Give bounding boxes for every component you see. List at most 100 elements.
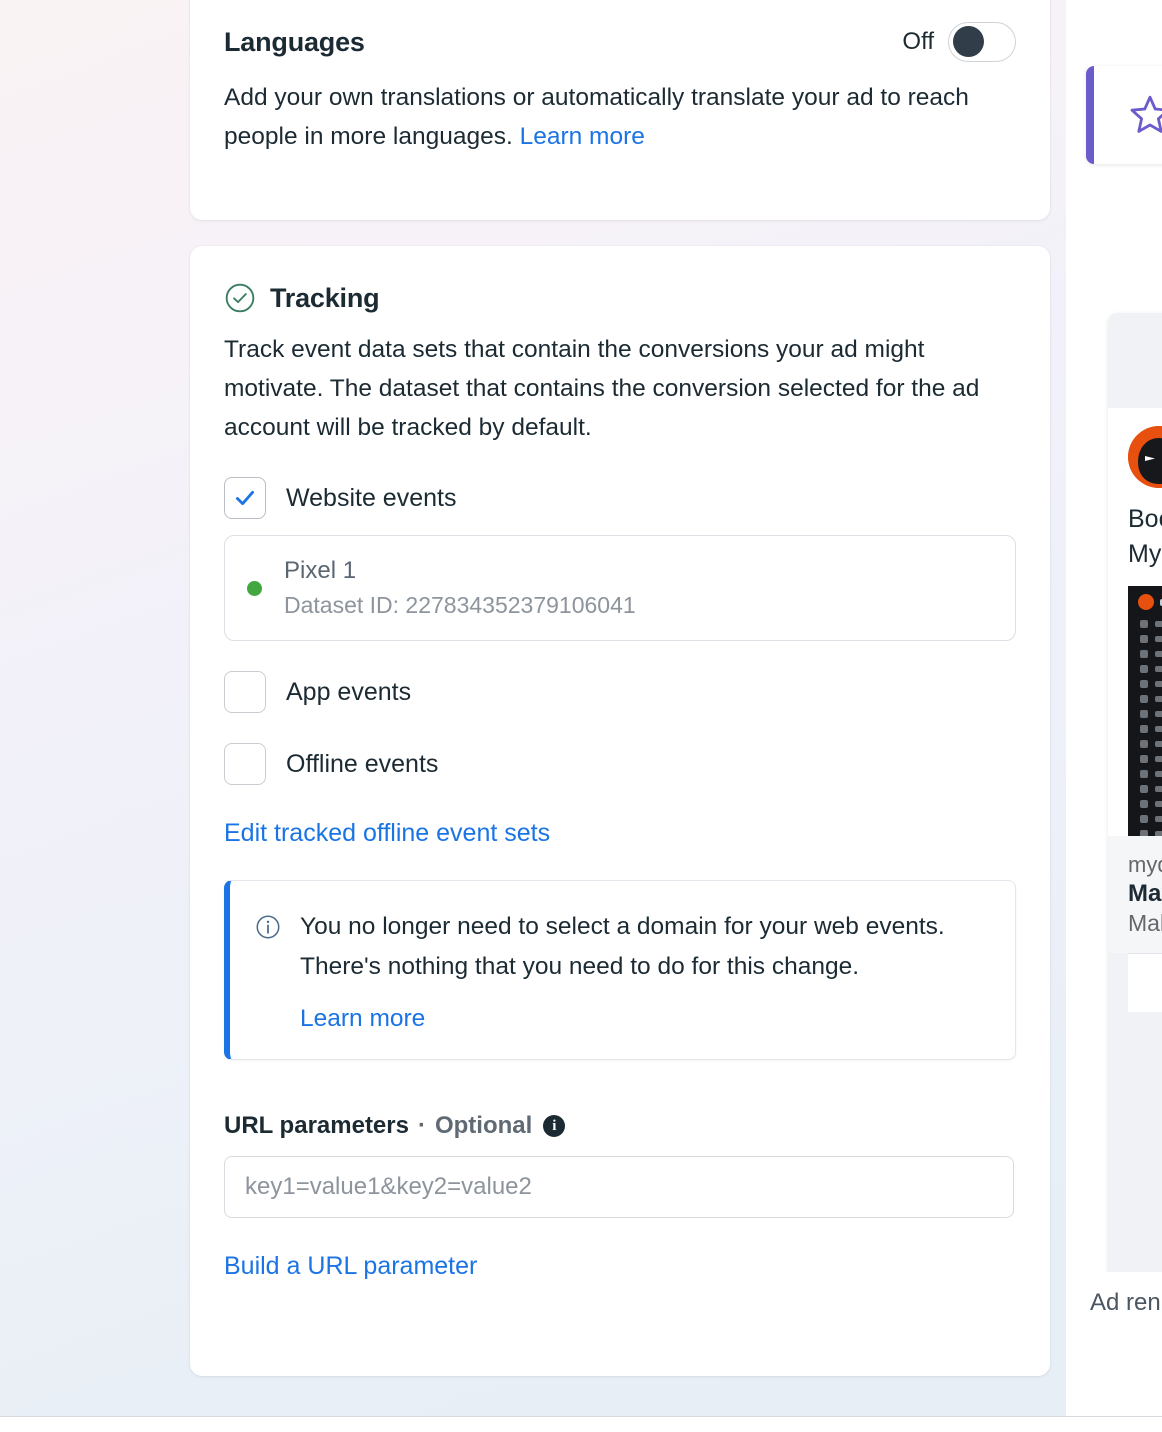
- mock-nav-icon: [1140, 784, 1148, 793]
- ad-rendering-footer: Ad ren: [1066, 1272, 1162, 1334]
- ad-preview-footer-spacer: [1108, 1012, 1162, 1172]
- mock-nav-label: [1155, 815, 1162, 822]
- mock-nav-icon: [1140, 829, 1148, 836]
- mock-nav-icon: [1140, 769, 1148, 778]
- tracking-title: Tracking: [270, 282, 380, 313]
- mock-nav-icon: [1140, 694, 1148, 703]
- mock-nav-item: [1128, 766, 1162, 781]
- ad-preview-post: Boos MyD: [1108, 408, 1162, 836]
- tracking-header: Tracking: [224, 282, 1016, 314]
- ad-rendering-label: Ad ren: [1090, 1289, 1161, 1316]
- tracking-card: Tracking Track event data sets that cont…: [190, 246, 1050, 1376]
- url-parameters-separator: ·: [417, 1112, 426, 1139]
- pixel-status-dot: [247, 580, 262, 596]
- mock-nav-label: [1155, 650, 1162, 657]
- mock-nav-item: [1128, 631, 1162, 646]
- mock-nav-icon: [1140, 709, 1148, 718]
- callout-body: You no longer need to select a domain fo…: [300, 907, 989, 1033]
- checkbox-label-website-events: Website events: [286, 483, 457, 512]
- mock-nav-item: [1128, 676, 1162, 691]
- pixel-dataset-id: Dataset ID: 227834352379106041: [284, 592, 636, 618]
- mock-nav-item: [1128, 826, 1162, 836]
- advertiser-avatar-ninja-icon: [1128, 426, 1162, 488]
- mock-nav-item: [1128, 751, 1162, 766]
- languages-header: Languages Off: [224, 22, 1016, 62]
- languages-title: Languages: [224, 26, 365, 57]
- toggle-knob: [953, 26, 984, 57]
- mock-nav-icon: [1140, 799, 1148, 808]
- checkbox-website-events[interactable]: [224, 477, 266, 519]
- mock-nav-icon: [1140, 754, 1148, 763]
- checkbox-offline-events[interactable]: [224, 743, 266, 785]
- languages-toggle-group[interactable]: Off: [902, 22, 1016, 62]
- url-parameters-label-row: URL parameters · Optional i: [224, 1112, 1016, 1140]
- mock-nav-label: [1155, 695, 1162, 702]
- mock-nav-label: [1155, 800, 1162, 807]
- mock-nav-label: [1155, 710, 1162, 717]
- check-circle-icon: [225, 283, 255, 313]
- mock-nav-icon: [1140, 739, 1148, 748]
- web-events-info-callout: You no longer need to select a domain fo…: [224, 880, 1016, 1060]
- mock-nav-item: [1128, 646, 1162, 661]
- ad-headline-line-2: MyD: [1128, 540, 1162, 568]
- mock-nav-item: [1128, 691, 1162, 706]
- mock-nav-icon: [1140, 814, 1148, 823]
- checkbox-label-offline-events: Offline events: [286, 749, 439, 778]
- mock-nav-label: [1155, 740, 1162, 747]
- preview-star-card[interactable]: [1086, 66, 1162, 164]
- mock-nav-label: [1155, 785, 1162, 792]
- ad-link-title: Max: [1128, 880, 1162, 907]
- ad-display-domain: myda: [1128, 852, 1162, 877]
- ad-preview-rail: Boos MyD: [1066, 0, 1162, 1432]
- mock-nav-item: [1128, 706, 1162, 721]
- ad-creative-screenshot: [1128, 586, 1162, 836]
- languages-card: Languages Off Add your own translations …: [190, 0, 1050, 220]
- checkbox-app-events[interactable]: [224, 671, 266, 713]
- mock-nav-item: [1128, 811, 1162, 826]
- mock-nav-label: [1155, 725, 1162, 732]
- mock-nav-item: [1128, 781, 1162, 796]
- mock-nav-icon: [1140, 664, 1148, 673]
- mock-brand-row: [1128, 586, 1162, 616]
- checkmark-icon: [236, 490, 254, 506]
- tracking-description: Track event data sets that contain the c…: [224, 336, 980, 441]
- edit-tracked-offline-event-sets-link[interactable]: Edit tracked offline event sets: [224, 819, 550, 848]
- url-parameters-info-icon[interactable]: i: [543, 1115, 566, 1137]
- settings-content-column: Languages Off Add your own translations …: [190, 0, 1050, 1376]
- info-circle-icon: [256, 915, 280, 939]
- mock-nav-item: [1128, 721, 1162, 736]
- ad-preview-inner: Boos MyD: [1066, 0, 1162, 1432]
- pixel-selector-row[interactable]: Pixel 1 Dataset ID: 227834352379106041: [224, 535, 1016, 641]
- checkbox-row-offline-events[interactable]: Offline events: [224, 743, 1016, 785]
- languages-toggle-state-label: Off: [902, 28, 934, 55]
- mock-nav-icon: [1140, 724, 1148, 733]
- languages-toggle-switch[interactable]: [948, 22, 1016, 62]
- url-parameters-label: URL parameters: [224, 1112, 409, 1139]
- build-url-parameter-link[interactable]: Build a URL parameter: [224, 1252, 477, 1281]
- page-bottom-bar: [0, 1417, 1162, 1432]
- languages-learn-more-link[interactable]: Learn more: [520, 123, 645, 150]
- ad-link-description: Mak: [1128, 910, 1162, 936]
- url-parameters-input[interactable]: [224, 1156, 1014, 1218]
- checkbox-label-app-events: App events: [286, 677, 412, 706]
- mock-nav-item: [1128, 736, 1162, 751]
- mock-nav-label: [1155, 635, 1162, 642]
- ad-link-meta: myda Max Mak: [1108, 836, 1162, 953]
- ad-headline-line-1: Boos: [1128, 505, 1162, 533]
- ad-preview-toolbar: [1108, 313, 1162, 408]
- callout-learn-more-link[interactable]: Learn more: [300, 1005, 425, 1033]
- mock-nav-label: [1155, 665, 1162, 672]
- mock-nav-label: [1155, 620, 1162, 627]
- mock-nav-item: [1128, 616, 1162, 631]
- checkbox-row-website-events[interactable]: Website events: [224, 477, 1016, 519]
- checkbox-row-app-events[interactable]: App events: [224, 671, 1016, 713]
- ad-action-bar: [1128, 953, 1162, 1012]
- star-outline-icon: [1130, 95, 1162, 133]
- mock-brand-logo-icon: [1138, 594, 1154, 610]
- pixel-name: Pixel 1: [284, 557, 357, 584]
- mock-nav-icon: [1140, 649, 1148, 658]
- mock-nav-icon: [1140, 619, 1148, 628]
- callout-text: You no longer need to select a domain fo…: [300, 913, 945, 980]
- url-parameters-optional-label: Optional: [434, 1112, 533, 1139]
- mock-nav-label: [1155, 680, 1162, 687]
